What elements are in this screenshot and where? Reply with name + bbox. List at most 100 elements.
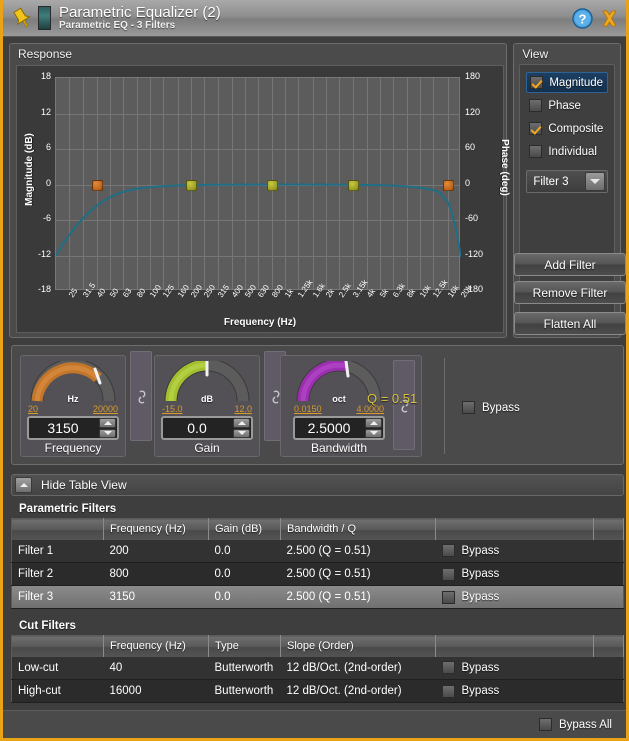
bandwidth-input[interactable]: 2.5000	[293, 416, 385, 440]
y2-axis-tick-label: -120	[465, 248, 484, 259]
row-bypass-box[interactable]	[441, 684, 455, 698]
cell-type: Butterworth	[208, 656, 281, 680]
column-header[interactable]: Frequency (Hz)	[103, 635, 209, 657]
row-bypass-checkbox[interactable]: Bypass	[441, 590, 588, 604]
table-row[interactable]: High-cut 16000 Butterworth 12 dB/Oct. (2nd-…	[11, 679, 624, 703]
view-option-individual[interactable]: Individual	[526, 141, 608, 162]
table-row[interactable]: Low-cut 40 Butterworth 12 dB/Oct. (2nd-orde…	[11, 656, 624, 680]
gain-decrement-button[interactable]	[233, 428, 250, 438]
bandwidth-min-label[interactable]: 0.0150	[294, 404, 322, 414]
cell-spacer	[593, 562, 624, 586]
frequency-gain-link-strip[interactable]	[130, 351, 152, 441]
gain-max-label[interactable]: 12.0	[234, 404, 252, 414]
column-header[interactable]	[435, 518, 595, 540]
column-header[interactable]	[593, 518, 624, 540]
row-bypass-label: Bypass	[461, 544, 500, 557]
view-option-checkbox-phase[interactable]	[529, 99, 543, 112]
gain-value[interactable]: 0.0	[163, 420, 233, 436]
row-bypass-checkbox[interactable]: Bypass	[441, 661, 588, 675]
frequency-value[interactable]: 3150	[29, 420, 99, 436]
row-bypass-checkbox[interactable]: Bypass	[441, 544, 588, 558]
row-bypass-checkbox[interactable]: Bypass	[441, 567, 588, 581]
help-icon[interactable]: ?	[572, 8, 593, 29]
frequency-decrement-button[interactable]	[99, 428, 116, 438]
frequency-increment-button[interactable]	[99, 418, 116, 428]
add-filter-button[interactable]: Add Filter	[514, 253, 626, 276]
pin-icon[interactable]	[9, 5, 35, 31]
link-icon[interactable]	[135, 389, 149, 405]
row-bypass-checkbox[interactable]: Bypass	[441, 684, 588, 698]
chart-marker-filter-3[interactable]	[347, 179, 359, 191]
view-option-composite[interactable]: Composite	[526, 118, 608, 139]
view-option-checkbox-magnitude[interactable]	[530, 76, 544, 89]
bandwidth-value[interactable]: 2.5000	[295, 420, 365, 436]
cell-bypass[interactable]: Bypass	[435, 562, 594, 586]
column-header[interactable]	[435, 635, 595, 657]
cut-filters-body: Low-cut 40 Butterworth 12 dB/Oct. (2nd-orde…	[11, 656, 624, 703]
table-row[interactable]: Filter 3 3150 0.0 2.500 (Q = 0.51) Bypass	[11, 585, 624, 609]
chart-marker-filter-2[interactable]	[267, 179, 279, 191]
bandwidth-stepper[interactable]	[365, 418, 382, 438]
row-bypass-box[interactable]	[441, 590, 455, 604]
bandwidth-knob-cell[interactable]: oct 0.0150 4.0000 2.5000 Bandwidth	[293, 358, 385, 455]
chevron-up-icon[interactable]	[15, 477, 32, 493]
row-bypass-box[interactable]	[441, 544, 455, 558]
cell-bypass[interactable]: Bypass	[435, 656, 594, 680]
frequency-input[interactable]: 3150	[27, 416, 119, 440]
filter-bypass-checkbox[interactable]: Bypass	[462, 401, 520, 414]
knob-section: Hz 20 20000 3150 Frequency dB -15.0 12.0…	[11, 345, 624, 465]
chart-marker-filter-1[interactable]	[186, 179, 197, 191]
bypass-all-box[interactable]	[538, 718, 552, 731]
column-header[interactable]: Frequency (Hz)	[103, 518, 209, 540]
cut-filters-block: Cut Filters Frequency (Hz) Type Slope (Ord…	[11, 617, 624, 703]
hide-table-view-toggle[interactable]: Hide Table View	[11, 474, 624, 496]
column-header[interactable]: Slope (Order)	[280, 635, 436, 657]
chart-marker-low-cut[interactable]	[91, 179, 103, 191]
frequency-stepper[interactable]	[99, 418, 116, 438]
column-header[interactable]: Gain (dB)	[208, 518, 281, 540]
gain-increment-button[interactable]	[233, 418, 250, 428]
gain-knob-cell[interactable]: dB -15.0 12.0 0.0 Gain	[161, 358, 253, 455]
table-row[interactable]: Filter 2 800 0.0 2.500 (Q = 0.51) Bypass	[11, 562, 624, 586]
response-chart[interactable]: Magnitude (dB) Phase (deg) Frequency (Hz…	[16, 65, 510, 333]
cell-bypass[interactable]: Bypass	[435, 585, 594, 609]
gain-min-label[interactable]: -15.0	[162, 404, 183, 414]
cell-bypass[interactable]: Bypass	[435, 679, 594, 703]
view-option-label: Phase	[548, 99, 581, 112]
bypass-all-checkbox[interactable]: Bypass All	[538, 718, 612, 731]
chevron-down-icon[interactable]	[585, 172, 605, 191]
title-bar: Parametric Equalizer (2) Parametric EQ -…	[3, 0, 626, 37]
gain-input[interactable]: 0.0	[161, 416, 253, 440]
view-option-phase[interactable]: Phase	[526, 95, 608, 116]
bandwidth-increment-button[interactable]	[365, 418, 382, 428]
filter-bypass-box[interactable]	[462, 401, 475, 414]
cell-bandwidth: 2.500 (Q = 0.51)	[280, 539, 436, 563]
column-header[interactable]: Bandwidth / Q	[280, 518, 436, 540]
flatten-all-button[interactable]: Flatten All	[514, 312, 626, 335]
plot-area[interactable]	[55, 77, 461, 290]
y2-axis-tick-label: 0	[465, 177, 471, 188]
row-bypass-box[interactable]	[441, 661, 455, 675]
filter-select-dropdown[interactable]: Filter 3	[526, 170, 608, 193]
column-header[interactable]	[11, 635, 104, 657]
bandwidth-decrement-button[interactable]	[365, 428, 382, 438]
close-icon[interactable]	[599, 8, 620, 29]
column-header[interactable]	[11, 518, 104, 540]
view-option-magnitude[interactable]: Magnitude	[526, 72, 608, 93]
column-header[interactable]: Type	[208, 635, 281, 657]
view-option-checkbox-individual[interactable]	[529, 145, 543, 158]
chart-marker-high-cut[interactable]	[442, 179, 454, 191]
hide-table-view-label: Hide Table View	[41, 478, 127, 492]
y2-axis-title: Phase (deg)	[499, 139, 511, 196]
column-header[interactable]	[593, 635, 624, 657]
frequency-max-label[interactable]: 20000	[93, 404, 118, 414]
frequency-min-label[interactable]: 20	[28, 404, 38, 414]
remove-filter-button[interactable]: Remove Filter	[514, 281, 626, 304]
cell-bypass[interactable]: Bypass	[435, 539, 594, 563]
view-option-checkbox-composite[interactable]	[529, 122, 543, 135]
gain-stepper[interactable]	[233, 418, 250, 438]
y-axis-tick-label: -6	[42, 213, 51, 223]
table-row[interactable]: Filter 1 200 0.0 2.500 (Q = 0.51) Bypass	[11, 539, 624, 563]
frequency-knob-cell[interactable]: Hz 20 20000 3150 Frequency	[27, 358, 119, 455]
row-bypass-box[interactable]	[441, 567, 455, 581]
